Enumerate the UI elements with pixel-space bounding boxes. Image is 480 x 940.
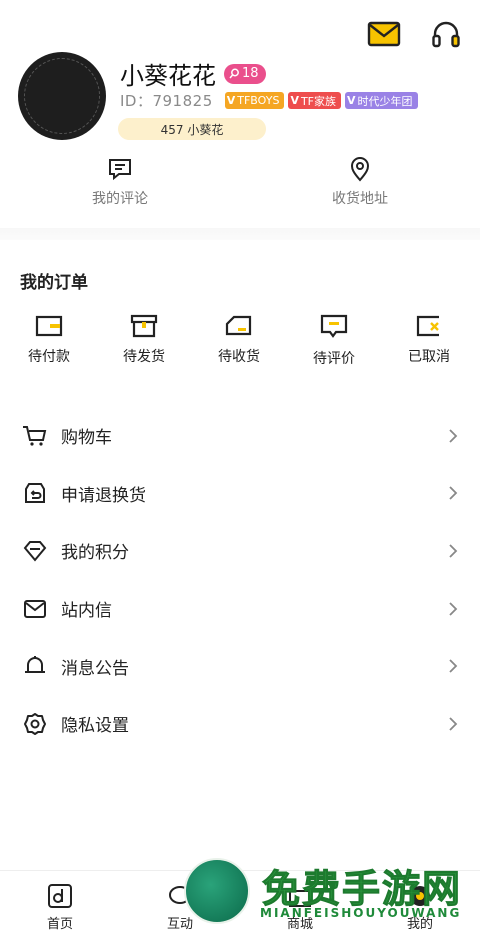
tab-interact[interactable]: 互动	[120, 871, 240, 940]
level-icon	[229, 68, 239, 79]
return-icon	[22, 480, 48, 506]
menu-label: 购物车	[61, 428, 112, 449]
menu-item-cart[interactable]: 购物车	[0, 407, 480, 465]
location-pin-icon	[350, 157, 370, 182]
tab-label: 首页	[46, 917, 73, 932]
comment-icon	[109, 159, 131, 181]
tab-label: 商城	[286, 917, 313, 932]
order-label: 待评价	[313, 351, 355, 367]
settings-menu: 购物车 申请退换货 我的积分 站内信 消息公告 隐私设置	[0, 407, 480, 753]
menu-item-points[interactable]: 我的积分	[0, 522, 480, 580]
tab-label: 互动	[166, 917, 193, 932]
menu-item-announcements[interactable]: 消息公告	[0, 637, 480, 695]
profile-icon	[410, 886, 430, 906]
order-pending-shipment[interactable]: 待发货	[113, 314, 175, 368]
badge-tf-family: V TF家族	[288, 92, 341, 109]
fan-count-pill[interactable]: 457 小葵花	[118, 118, 266, 140]
menu-label: 申请退换货	[61, 485, 146, 506]
order-pending-payment[interactable]: 待付款	[18, 314, 80, 368]
fandom-badges: V TFBOYS V TF家族 V 时代少年团	[224, 92, 418, 109]
profile-card: 小葵花花 18 ID：791825 V TFBOYS V TF家族 V 时代少年团 4…	[18, 52, 480, 144]
chevron-right-icon	[449, 717, 458, 731]
bell-icon	[22, 653, 48, 679]
tab-home[interactable]: 首页	[0, 871, 120, 940]
mail-icon[interactable]	[366, 18, 402, 50]
menu-label: 站内信	[61, 601, 112, 622]
menu-item-privacy[interactable]: 隐私设置	[0, 695, 480, 753]
section-divider	[0, 228, 480, 240]
headset-icon[interactable]	[428, 18, 464, 50]
wallet-icon	[35, 315, 63, 337]
menu-item-returns[interactable]: 申请退换货	[0, 465, 480, 523]
badge-tnt: V 时代少年团	[345, 92, 418, 109]
quick-label: 我的评论	[92, 191, 148, 207]
order-pending-review[interactable]: 待评价	[303, 314, 365, 368]
tab-shop[interactable]: 商城	[240, 871, 360, 940]
chevron-right-icon	[449, 659, 458, 673]
id-row: ID：791825 V TFBOYS V TF家族 V 时代少年团	[120, 90, 418, 111]
menu-label: 消息公告	[61, 658, 129, 679]
chevron-right-icon	[449, 601, 458, 616]
menu-label: 隐私设置	[61, 716, 129, 737]
cancelled-icon	[416, 315, 439, 337]
order-cancelled[interactable]: 已取消	[398, 314, 460, 368]
quick-actions: 我的评论 收货地址	[0, 156, 480, 208]
username: 小葵花花	[120, 62, 216, 90]
chevron-right-icon	[449, 486, 458, 501]
truck-icon	[225, 315, 252, 336]
review-icon	[320, 314, 348, 338]
badge-tfboys: V TFBOYS	[224, 92, 285, 109]
cart-icon	[22, 423, 48, 449]
order-status-row: 待付款 待发货 待收货 待评价 已取消	[0, 314, 480, 368]
order-label: 待付款	[28, 349, 70, 365]
chevron-right-icon	[449, 544, 458, 558]
quick-my-comments[interactable]: 我的评论	[0, 156, 240, 208]
shop-icon	[289, 890, 311, 907]
menu-item-inbox[interactable]: 站内信	[0, 580, 480, 638]
orders-title: 我的订单	[20, 273, 88, 293]
user-id: ID：791825	[120, 92, 213, 110]
order-pending-receipt[interactable]: 待收货	[208, 314, 270, 368]
box-icon	[130, 314, 158, 338]
bottom-tab-bar: 首页 互动 商城 我的	[0, 870, 480, 940]
avatar[interactable]	[18, 52, 106, 140]
menu-label: 我的积分	[61, 543, 129, 564]
envelope-icon	[22, 596, 48, 622]
settings-icon	[22, 711, 48, 737]
order-label: 已取消	[408, 349, 450, 365]
home-icon	[48, 884, 72, 908]
top-actions	[366, 18, 464, 50]
chevron-right-icon	[449, 429, 458, 443]
level-value: 18	[242, 66, 259, 81]
tab-label: 我的	[406, 917, 433, 932]
order-label: 待发货	[123, 349, 165, 365]
tab-mine[interactable]: 我的	[360, 871, 480, 940]
quick-shipping-address[interactable]: 收货地址	[240, 156, 480, 208]
username-row: 小葵花花 18	[120, 56, 266, 91]
quick-label: 收货地址	[332, 191, 388, 207]
order-label: 待收货	[218, 349, 260, 365]
diamond-icon	[22, 538, 48, 564]
level-badge: 18	[224, 63, 266, 84]
chat-icon	[169, 886, 191, 904]
